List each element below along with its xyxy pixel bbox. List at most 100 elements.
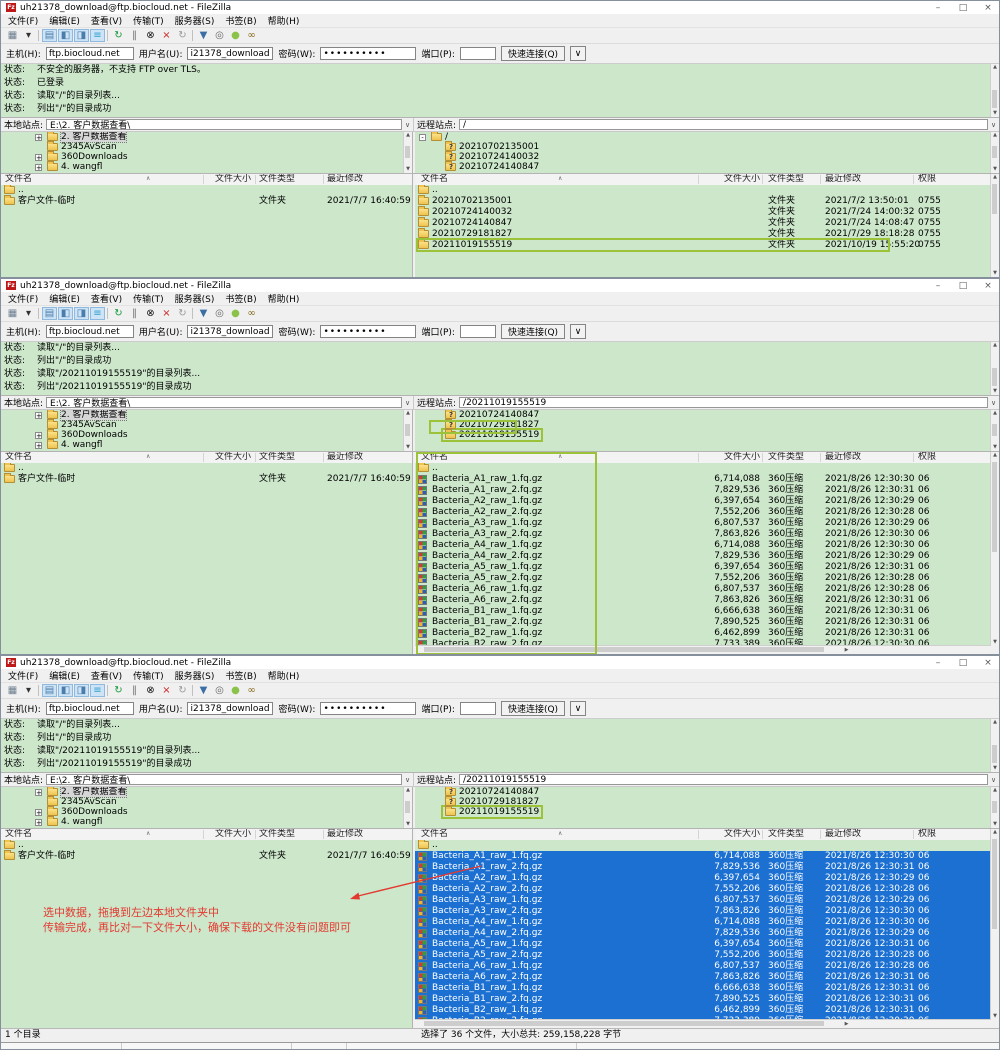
site-manager-icon[interactable]: ▦: [5, 307, 20, 320]
menu-item[interactable]: 帮助(H): [268, 14, 300, 27]
remote-file-row[interactable]: Bacteria_A2_raw_2.fq.gz 7,552,206 360压缩 …: [415, 507, 991, 518]
column-modified[interactable]: 最近修改: [825, 829, 861, 840]
menu-item[interactable]: 查看(V): [91, 14, 122, 27]
menu-item[interactable]: 传输(T): [133, 669, 164, 682]
scroll-down-icon[interactable]: ▼: [404, 821, 412, 828]
remote-tree-scrollbar[interactable]: ▲ ▼: [990, 787, 999, 828]
remote-file-row[interactable]: Bacteria_A5_raw_2.fq.gz 7,552,206 360压缩 …: [415, 573, 991, 584]
menu-item[interactable]: 文件(F): [8, 292, 38, 305]
site-manager-icon[interactable]: ▦: [5, 29, 20, 42]
remote-tree-item[interactable]: - /: [415, 132, 999, 142]
remote-file-row-selected[interactable]: Bacteria_A3_raw_2.fq.gz 7,863,826 360压缩 …: [415, 906, 991, 917]
message-log-toggle-icon[interactable]: ▤: [42, 307, 57, 320]
separator[interactable]: [106, 307, 110, 320]
quickconnect-dropdown[interactable]: ∨: [570, 46, 586, 61]
menu-item[interactable]: 编辑(E): [49, 14, 80, 27]
local-tree-toggle-icon[interactable]: ◧: [58, 29, 73, 42]
menu-item[interactable]: 服务器(S): [175, 14, 215, 27]
column-modified[interactable]: 最近修改: [327, 452, 363, 463]
column-name[interactable]: 文件名: [5, 174, 32, 185]
scroll-thumb[interactable]: [424, 647, 824, 652]
remote-file-row-selected[interactable]: Bacteria_A1_raw_1.fq.gz 6,714,088 360压缩 …: [415, 851, 991, 862]
process-queue-icon[interactable]: ‖: [127, 29, 142, 42]
refresh-icon[interactable]: ↻: [111, 684, 126, 697]
scroll-down-icon[interactable]: ▼: [404, 444, 412, 451]
password-input[interactable]: [320, 47, 416, 60]
column-name[interactable]: 文件名: [5, 829, 32, 840]
scroll-up-icon[interactable]: ▲: [404, 410, 412, 417]
tree-expander-icon[interactable]: +: [35, 134, 42, 141]
separator[interactable]: [37, 29, 41, 42]
reconnect-icon[interactable]: ↻: [175, 29, 190, 42]
remote-file-row[interactable]: Bacteria_A1_raw_1.fq.gz 6,714,088 360压缩 …: [415, 474, 991, 485]
column-type[interactable]: 文件类型: [768, 452, 804, 463]
scroll-down-icon[interactable]: ▼: [991, 765, 999, 772]
column-type[interactable]: 文件类型: [259, 452, 295, 463]
remote-file-row[interactable]: Bacteria_A1_raw_2.fq.gz 7,829,536 360压缩 …: [415, 485, 991, 496]
scroll-thumb[interactable]: [992, 424, 997, 436]
scroll-thumb[interactable]: [405, 424, 410, 436]
remote-tree-item[interactable]: 20210729181827: [415, 420, 999, 430]
site-manager-dropdown-icon[interactable]: ▾: [21, 684, 36, 697]
remote-path-input[interactable]: /20211019155519: [459, 397, 988, 408]
remote-file-row[interactable]: Bacteria_A6_raw_2.fq.gz 7,863,826 360压缩 …: [415, 595, 991, 606]
reconnect-icon[interactable]: ↻: [175, 307, 190, 320]
queue-toggle-icon[interactable]: ≡: [90, 684, 105, 697]
local-tree-item[interactable]: + 360Downloads: [1, 430, 412, 440]
scroll-up-icon[interactable]: ▲: [991, 410, 999, 417]
column-type[interactable]: 文件类型: [259, 829, 295, 840]
local-tree-item[interactable]: + 4. wangfl: [1, 162, 412, 172]
separator[interactable]: [191, 684, 195, 697]
sync-browsing-icon[interactable]: ●: [228, 307, 243, 320]
local-file-row[interactable]: 客户文件-临时 文件夹 2021/7/7 16:40:59: [1, 196, 412, 207]
process-queue-icon[interactable]: ‖: [127, 307, 142, 320]
compare-icon[interactable]: ◎: [212, 29, 227, 42]
combo-arrow-icon[interactable]: ∨: [988, 399, 999, 407]
separator[interactable]: [191, 307, 195, 320]
parent-dir-row[interactable]: ..: [415, 185, 991, 196]
remote-file-row-selected[interactable]: Bacteria_A2_raw_1.fq.gz 6,397,654 360压缩 …: [415, 873, 991, 884]
username-input[interactable]: [187, 325, 273, 338]
maximize-button[interactable]: □: [957, 281, 969, 291]
local-tree-item[interactable]: + 2. 客户数据查看: [1, 132, 412, 142]
scroll-up-icon[interactable]: ▲: [991, 829, 999, 836]
remote-tree-scrollbar[interactable]: ▲ ▼: [990, 132, 999, 173]
column-name[interactable]: 文件名: [5, 452, 32, 463]
remote-list-scrollbar[interactable]: ▲ ▼: [990, 829, 999, 1020]
disconnect-icon[interactable]: ×: [159, 307, 174, 320]
cancel-icon[interactable]: ⊗: [143, 307, 158, 320]
scroll-up-icon[interactable]: ▲: [991, 342, 999, 349]
close-button[interactable]: ×: [982, 658, 994, 668]
scroll-down-icon[interactable]: ▼: [991, 821, 999, 828]
column-modified[interactable]: 最近修改: [327, 174, 363, 185]
remote-tree-item[interactable]: 20210724140032: [415, 152, 999, 162]
process-queue-icon[interactable]: ‖: [127, 684, 142, 697]
column-size[interactable]: 文件大小: [648, 174, 760, 185]
title-bar[interactable]: Fz uh21378_download@ftp.biocloud.net - F…: [1, 656, 999, 669]
local-file-row[interactable]: 客户文件-临时 文件夹 2021/7/7 16:40:59: [1, 474, 412, 485]
scroll-thumb[interactable]: [424, 1021, 824, 1026]
quickconnect-button[interactable]: 快速连接(Q): [501, 46, 565, 61]
remote-dir-row[interactable]: 20210724140847 文件夹 2021/7/24 14:08:47 07…: [415, 218, 991, 229]
parent-dir-row[interactable]: ..: [1, 185, 412, 196]
separator[interactable]: [106, 684, 110, 697]
scroll-thumb[interactable]: [992, 462, 997, 552]
scroll-up-icon[interactable]: ▲: [991, 452, 999, 459]
site-manager-dropdown-icon[interactable]: ▾: [21, 307, 36, 320]
combo-arrow-icon[interactable]: ∨: [988, 776, 999, 784]
scroll-thumb[interactable]: [992, 184, 997, 214]
sync-browsing-icon[interactable]: ●: [228, 29, 243, 42]
tree-expander-icon[interactable]: -: [419, 134, 426, 141]
scroll-down-icon[interactable]: ▼: [991, 270, 999, 277]
minimize-button[interactable]: –: [932, 658, 944, 668]
remote-tree-item[interactable]: 20210724140847: [415, 410, 999, 420]
message-log-toggle-icon[interactable]: ▤: [42, 29, 57, 42]
minimize-button[interactable]: –: [932, 3, 944, 13]
column-type[interactable]: 文件类型: [768, 829, 804, 840]
scroll-down-icon[interactable]: ▼: [991, 444, 999, 451]
port-input[interactable]: [460, 702, 496, 715]
scroll-down-icon[interactable]: ▼: [991, 639, 999, 646]
local-tree-item[interactable]: + 4. wangfl: [1, 440, 412, 450]
remote-file-row[interactable]: Bacteria_A2_raw_1.fq.gz 6,397,654 360压缩 …: [415, 496, 991, 507]
username-input[interactable]: [187, 47, 273, 60]
